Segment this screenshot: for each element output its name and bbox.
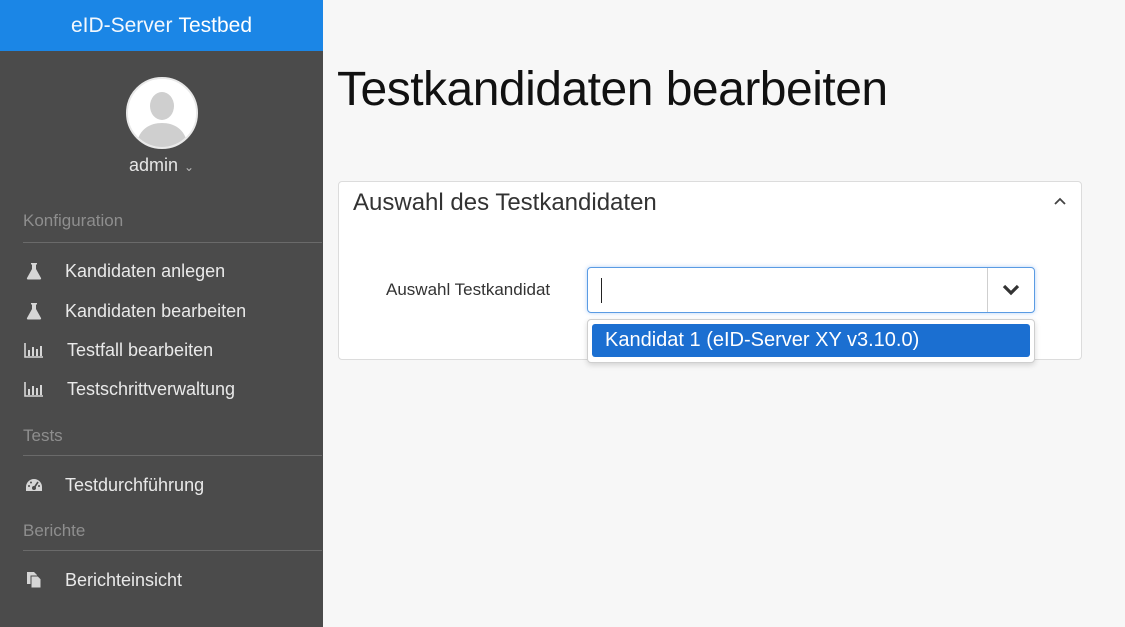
- candidate-select-label: Auswahl Testkandidat: [386, 280, 551, 299]
- main-content: Testkandidaten bearbeiten Auswahl des Te…: [323, 0, 1125, 627]
- nav-item-berichteinsicht[interactable]: Berichteinsicht: [23, 568, 182, 592]
- nav-label: Kandidaten bearbeiten: [65, 300, 247, 321]
- candidate-dropdown-list: Kandidat 1 (eID-Server XY v3.10.0): [587, 319, 1035, 363]
- dropdown-option[interactable]: Kandidat 1 (eID-Server XY v3.10.0): [592, 324, 1030, 357]
- username: admin: [128, 155, 178, 175]
- flask-icon: [23, 260, 45, 282]
- collapse-panel-button[interactable]: [1051, 192, 1069, 210]
- user-menu-toggle[interactable]: admin ⌄: [129, 155, 194, 176]
- user-profile: admin ⌄: [0, 77, 323, 176]
- nav-label: Testschrittverwaltung: [67, 378, 236, 399]
- section-title-berichte: Berichte: [23, 521, 86, 540]
- candidate-search-input[interactable]: [589, 269, 986, 311]
- brand-header[interactable]: eID-Server Testbed: [0, 0, 323, 51]
- brand-suffix: Testbed: [178, 13, 253, 37]
- section-divider: [23, 242, 322, 243]
- flask-icon: [23, 300, 45, 322]
- nav-item-kandidaten-anlegen[interactable]: Kandidaten anlegen: [23, 259, 225, 283]
- nav-item-testfall-bearbeiten[interactable]: Testfall bearbeiten: [23, 338, 213, 362]
- copy-icon: [23, 569, 45, 591]
- dropdown-toggle-button[interactable]: [988, 268, 1034, 312]
- section-title-konfiguration: Konfiguration: [23, 211, 124, 230]
- nav-label: Kandidaten anlegen: [65, 260, 226, 281]
- chevron-down-icon: ⌄: [183, 159, 195, 174]
- section-divider: [23, 455, 322, 456]
- panel-title: Auswahl des Testkandidaten: [353, 189, 657, 216]
- bar-chart-icon: [23, 378, 45, 400]
- page-title: Testkandidaten bearbeiten: [337, 63, 888, 116]
- chevron-down-icon: [1002, 284, 1020, 296]
- candidate-select[interactable]: [587, 267, 1035, 313]
- avatar: [125, 77, 198, 149]
- nav-label: Testfall bearbeiten: [67, 339, 214, 360]
- text-cursor: [601, 278, 602, 303]
- candidate-selection-panel: Auswahl des Testkandidaten Auswahl Testk…: [338, 181, 1082, 363]
- dashboard-icon: [23, 474, 45, 496]
- nav-item-kandidaten-bearbeiten[interactable]: Kandidaten bearbeiten: [23, 299, 246, 323]
- user-silhouette-icon: [127, 79, 196, 147]
- nav-item-testdurchfuehrung[interactable]: Testdurchführung: [23, 473, 204, 497]
- nav-item-testschrittverwaltung[interactable]: Testschrittverwaltung: [23, 377, 235, 401]
- brand-name: eID-Server: [70, 13, 173, 37]
- chevron-up-icon: [1054, 197, 1066, 205]
- nav-label: Testdurchführung: [65, 474, 205, 495]
- bar-chart-icon: [23, 339, 45, 361]
- section-divider: [23, 550, 322, 551]
- section-title-tests: Tests: [23, 426, 63, 445]
- nav-label: Berichteinsicht: [65, 569, 183, 590]
- sidebar: eID-Server Testbed admin ⌄ Konfiguration…: [0, 0, 323, 627]
